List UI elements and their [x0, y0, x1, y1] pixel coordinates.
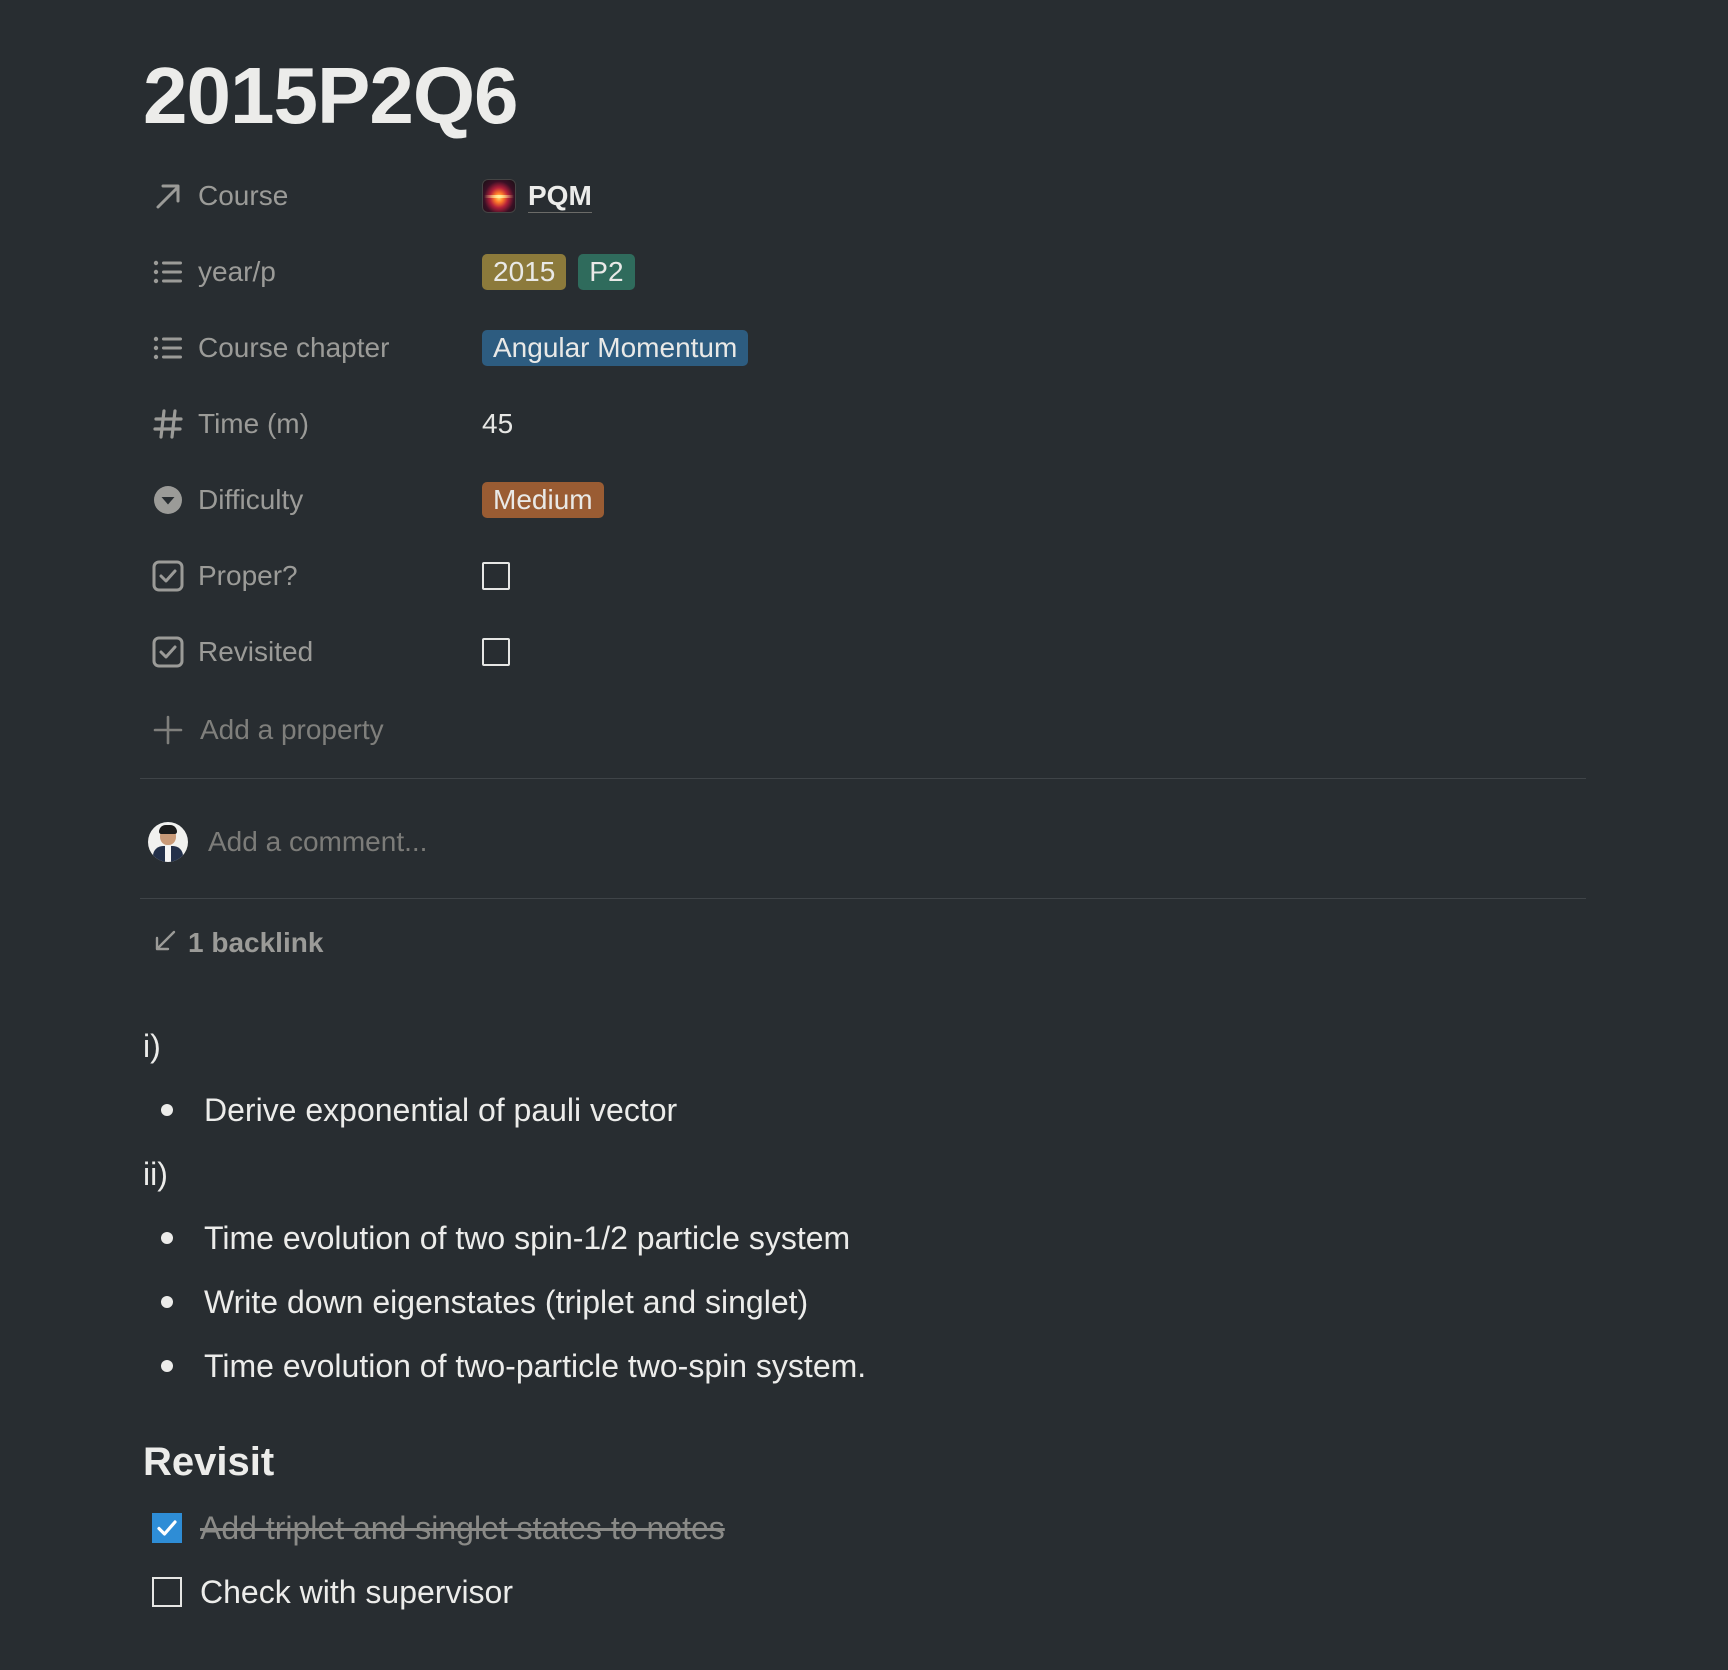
list-item[interactable]: Time evolution of two-particle two-spin … — [160, 1346, 866, 1386]
comment-divider — [140, 898, 1586, 899]
tag-2015: 2015 — [482, 254, 567, 290]
bullet-icon — [161, 1360, 173, 1372]
checkmark-icon — [157, 1520, 177, 1536]
property-row-proper[interactable]: Proper? — [148, 546, 1588, 606]
course-page-icon — [482, 179, 516, 213]
comment-input[interactable]: Add a comment... — [208, 826, 427, 858]
revisited-checkbox[interactable] — [482, 638, 510, 666]
list-icon — [148, 252, 188, 292]
list-item[interactable]: Time evolution of two spin-1/2 particle … — [160, 1218, 850, 1258]
page-title[interactable]: 2015P2Q6 — [143, 48, 519, 144]
part1-label[interactable]: i) — [143, 1026, 161, 1066]
property-value[interactable]: Medium — [482, 482, 604, 518]
bullet-icon — [161, 1232, 173, 1244]
property-value[interactable]: 2015 P2 — [482, 254, 635, 290]
plus-icon — [148, 710, 188, 750]
backlinks-label: 1 backlink — [188, 927, 324, 958]
comment-bar[interactable]: Add a comment... — [148, 818, 427, 866]
backlinks-toggle[interactable]: 1 backlink — [152, 923, 323, 963]
list-item[interactable]: Derive exponential of pauli vector — [160, 1090, 677, 1130]
notion-page: 2015P2Q6 Course PQM year/p 2015 P2 Cours… — [0, 0, 1728, 1670]
todo-text: Add triplet and singlet states to notes — [200, 1509, 725, 1546]
property-value[interactable] — [482, 638, 510, 666]
tag-p2: P2 — [578, 254, 635, 290]
select-icon — [148, 480, 188, 520]
part2-label[interactable]: ii) — [143, 1154, 168, 1194]
property-value[interactable]: 45 — [482, 408, 513, 440]
add-property-label: Add a property — [200, 714, 384, 745]
tag-medium: Medium — [482, 482, 604, 518]
backlink-arrow-icon — [152, 928, 178, 959]
tag-angular-momentum: Angular Momentum — [482, 330, 749, 366]
list-item-text: Derive exponential of pauli vector — [204, 1091, 678, 1128]
property-row-year-p[interactable]: year/p 2015 P2 — [148, 242, 1588, 302]
add-property-button[interactable]: Add a property — [148, 700, 1588, 760]
time-value: 45 — [482, 408, 514, 439]
todo-text: Check with supervisor — [200, 1573, 513, 1610]
property-row-course-chapter[interactable]: Course chapter Angular Momentum — [148, 318, 1588, 378]
course-relation-label: PQM — [528, 179, 592, 213]
course-relation-link[interactable]: PQM — [482, 179, 592, 213]
property-value[interactable]: Angular Momentum — [482, 330, 749, 366]
property-name[interactable]: Time (m) — [198, 408, 482, 440]
property-name[interactable]: Proper? — [198, 560, 482, 592]
property-row-difficulty[interactable]: Difficulty Medium — [148, 470, 1588, 530]
avatar — [148, 822, 188, 862]
property-name[interactable]: Difficulty — [198, 484, 482, 516]
todo-checkbox-checked[interactable] — [152, 1513, 182, 1543]
bullet-icon — [161, 1296, 173, 1308]
todo-item[interactable]: Check with supervisor — [152, 1572, 513, 1612]
property-value[interactable]: PQM — [482, 179, 592, 213]
relation-arrow-icon — [148, 176, 188, 216]
checkbox-icon — [148, 556, 188, 596]
list-item-text: Time evolution of two spin-1/2 particle … — [204, 1219, 851, 1256]
property-row-revisited[interactable]: Revisited — [148, 622, 1588, 682]
property-name[interactable]: Course chapter — [198, 332, 482, 364]
properties-divider — [140, 778, 1586, 779]
property-row-time[interactable]: Time (m) 45 — [148, 394, 1588, 454]
todo-item[interactable]: Add triplet and singlet states to notes — [152, 1508, 725, 1548]
property-row-course[interactable]: Course PQM — [148, 166, 1588, 226]
proper-checkbox[interactable] — [482, 562, 510, 590]
bullet-icon — [161, 1104, 173, 1116]
list-item-text: Write down eigenstates (triplet and sing… — [204, 1283, 809, 1320]
property-value[interactable] — [482, 562, 510, 590]
property-name[interactable]: Revisited — [198, 636, 482, 668]
property-name[interactable]: Course — [198, 180, 482, 212]
list-item-text: Time evolution of two-particle two-spin … — [204, 1347, 867, 1384]
todo-checkbox[interactable] — [152, 1577, 182, 1607]
list-icon — [148, 328, 188, 368]
property-name[interactable]: year/p — [198, 256, 482, 288]
checkbox-icon — [148, 632, 188, 672]
revisit-heading[interactable]: Revisit — [143, 1438, 274, 1486]
list-item[interactable]: Write down eigenstates (triplet and sing… — [160, 1282, 808, 1322]
hash-icon — [148, 404, 188, 444]
